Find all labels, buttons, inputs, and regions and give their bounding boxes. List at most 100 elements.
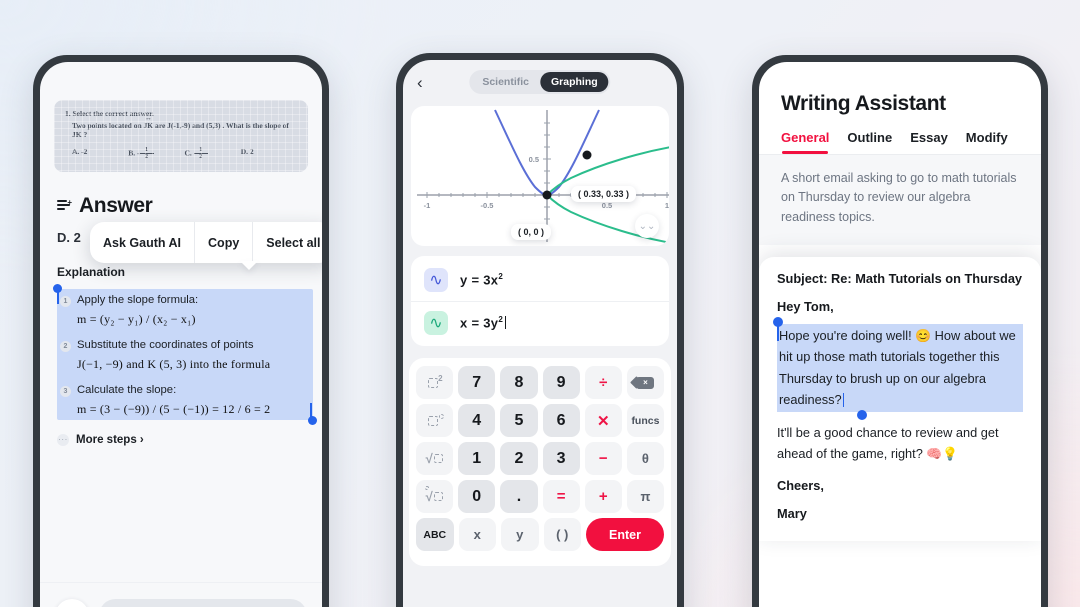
more-steps-button[interactable]: ··· More steps › — [57, 433, 322, 446]
key-multiply[interactable]: ✕ — [584, 404, 622, 437]
equation-row[interactable]: ∿ x = 3y2 — [411, 301, 669, 343]
selection-handle-end[interactable] — [308, 415, 317, 425]
selection-handle-end[interactable] — [857, 409, 867, 420]
explanation-heading: Explanation — [57, 264, 126, 279]
prompt-text[interactable]: A short email asking to go to math tutor… — [759, 155, 1041, 246]
option-c: C. 12 — [185, 147, 241, 161]
email-subject: Subject: Re: Math Tutorials on Thursday — [777, 271, 1023, 286]
key-power-placeholder[interactable] — [416, 404, 454, 437]
tab-essay[interactable]: Essay — [910, 130, 948, 154]
text-context-menu[interactable]: Ask Gauth AI Copy Select all — [90, 222, 322, 263]
key-enter[interactable]: Enter — [586, 518, 664, 551]
step-math: m = (3 − (−9)) / (5 − (−1)) = 12 / 6 = 2 — [77, 401, 271, 416]
svg-text:1: 1 — [665, 201, 669, 210]
key-square-placeholder[interactable]: 2 — [416, 366, 454, 399]
mode-segmented-control[interactable]: Scientific Graphing — [469, 70, 611, 94]
explanation-step: 1 Apply the slope formula: m = (y₂ − y₁)… — [60, 291, 310, 327]
writing-tabs: General Outline Essay Modify — [781, 130, 1041, 154]
key-minus[interactable]: − — [584, 442, 622, 475]
key-x[interactable]: x — [458, 518, 496, 551]
equation-text: x = 3y2 — [460, 315, 507, 330]
jk-overline-1: JK — [144, 114, 154, 130]
key-3[interactable]: 3 — [542, 442, 580, 475]
context-menu-pointer — [240, 261, 258, 270]
step-number: 2 — [60, 340, 71, 352]
math-keypad: 2 7 8 9 ÷ × 4 5 6 ✕ funcs √ 1 2 3 − θ √ … — [409, 358, 671, 566]
step-number: 3 — [60, 385, 71, 397]
key-pi[interactable]: π — [626, 480, 665, 513]
email-highlighted-paragraph[interactable]: Hope you're doing well! 😊 How about we h… — [773, 317, 1023, 420]
option-b: B. -12 — [128, 147, 184, 161]
tab-graphing[interactable]: Graphing — [540, 72, 609, 92]
key-equals[interactable]: = — [542, 480, 580, 513]
key-6[interactable]: 6 — [542, 404, 580, 437]
ellipsis-icon: ··· — [57, 433, 69, 446]
svg-text:-0.5: -0.5 — [481, 201, 494, 210]
key-parentheses[interactable]: ( ) — [543, 518, 581, 551]
back-arrow-icon[interactable]: ‹ — [417, 74, 423, 91]
key-8[interactable]: 8 — [500, 366, 538, 399]
tab-modify[interactable]: Modify — [966, 130, 1008, 154]
answer-header: + Answer — [57, 194, 322, 218]
keypad-row: ABC x y ( ) Enter — [416, 518, 664, 551]
svg-text:0.5: 0.5 — [602, 201, 612, 210]
tab-scientific[interactable]: Scientific — [471, 72, 540, 92]
ctx-copy[interactable]: Copy — [194, 222, 252, 263]
key-sqrt-placeholder[interactable]: √ — [416, 442, 454, 475]
key-theta[interactable]: θ — [626, 442, 665, 475]
key-nth-root-placeholder[interactable]: √ — [416, 480, 454, 513]
equation-list: ∿ y = 3x2 ∿ x = 3y2 — [411, 256, 669, 346]
key-backspace[interactable]: × — [626, 366, 665, 399]
graph-point-label-origin: ( 0, 0 ) — [511, 224, 552, 240]
selection-caret-start — [777, 326, 779, 341]
text-caret — [505, 316, 507, 330]
key-4[interactable]: 4 — [458, 404, 496, 437]
key-1[interactable]: 1 — [458, 442, 496, 475]
question-line-1: 1. Select the correct answer. — [65, 109, 154, 118]
answer-title: Answer — [79, 193, 153, 217]
tab-general[interactable]: General — [781, 130, 829, 154]
equation-row[interactable]: ∿ y = 3x2 — [411, 259, 669, 301]
option-d: D. 2 — [240, 147, 254, 156]
question-card: 1. Select the correct answer. Two points… — [54, 100, 308, 172]
graph-canvas[interactable]: -1 -0.5 0.5 1 0.5 ( 0.33, 0.33 ) ( 0, 0 … — [411, 106, 669, 246]
ctx-ask-gauth-ai[interactable]: Ask Gauth AI — [90, 222, 194, 263]
key-funcs[interactable]: funcs — [626, 404, 665, 437]
phone-calculator-app: ‹ Scientific Graphing -1 -0.5 0.5 1 0.5 … — [396, 53, 684, 607]
email-closing: Cheers, — [777, 478, 824, 494]
tab-outline[interactable]: Outline — [847, 130, 892, 154]
key-7[interactable]: 7 — [458, 366, 496, 399]
function-curve-icon: ∿ — [424, 310, 448, 335]
explanation-step: 3 Calculate the slope: m = (3 − (−9)) / … — [60, 381, 310, 417]
email-highlighted-text: Hope you're doing well! 😊 How about we h… — [779, 328, 1016, 408]
key-divide[interactable]: ÷ — [584, 366, 622, 399]
phone1-screen: 1. Select the correct answer. Two points… — [40, 62, 322, 607]
key-abc[interactable]: ABC — [416, 518, 454, 551]
key-y[interactable]: y — [501, 518, 539, 551]
key-2[interactable]: 2 — [500, 442, 538, 475]
answer-list-icon: + — [57, 198, 72, 213]
phone-writing-assistant-app: Writing Assistant General Outline Essay … — [752, 55, 1048, 607]
explanation-step: 2 Substitute the coordinates of points J… — [60, 336, 310, 372]
key-0[interactable]: 0 — [458, 480, 496, 513]
screenshot-stage: 1. Select the correct answer. Two points… — [0, 0, 1080, 607]
selected-explanation-block[interactable]: 1 Apply the slope formula: m = (y₂ − y₁)… — [53, 283, 317, 425]
chevrons-down-icon[interactable]: ⌄⌄ — [635, 214, 659, 238]
question-line-2: Two points located on JK are J(-1,-9) an… — [65, 114, 297, 139]
step-text: Calculate the slope: — [77, 383, 177, 396]
key-decimal-point[interactable]: . — [500, 480, 538, 513]
followup-input[interactable]: Ask Gauth AI follow-up... — [99, 599, 307, 607]
option-a: A. -2 — [72, 147, 88, 156]
ctx-select-all[interactable]: Select all — [252, 222, 322, 263]
phone2-screen: ‹ Scientific Graphing -1 -0.5 0.5 1 0.5 … — [403, 60, 677, 607]
step-text: Substitute the coordinates of points — [77, 338, 254, 351]
page-title: Writing Assistant — [781, 92, 946, 115]
key-5[interactable]: 5 — [500, 404, 538, 437]
key-9[interactable]: 9 — [542, 366, 580, 399]
keypad-row: √ 0 . = + π — [416, 480, 665, 513]
gauth-logo-icon[interactable]: X — [55, 598, 89, 607]
question-options: A. -2 B. -12 C. 12 D. 2 — [65, 147, 297, 161]
key-plus[interactable]: + — [584, 480, 622, 513]
step-math: J(−1, −9) and K (5, 3) into the formula — [77, 356, 271, 371]
function-curve-icon: ∿ — [424, 268, 448, 292]
